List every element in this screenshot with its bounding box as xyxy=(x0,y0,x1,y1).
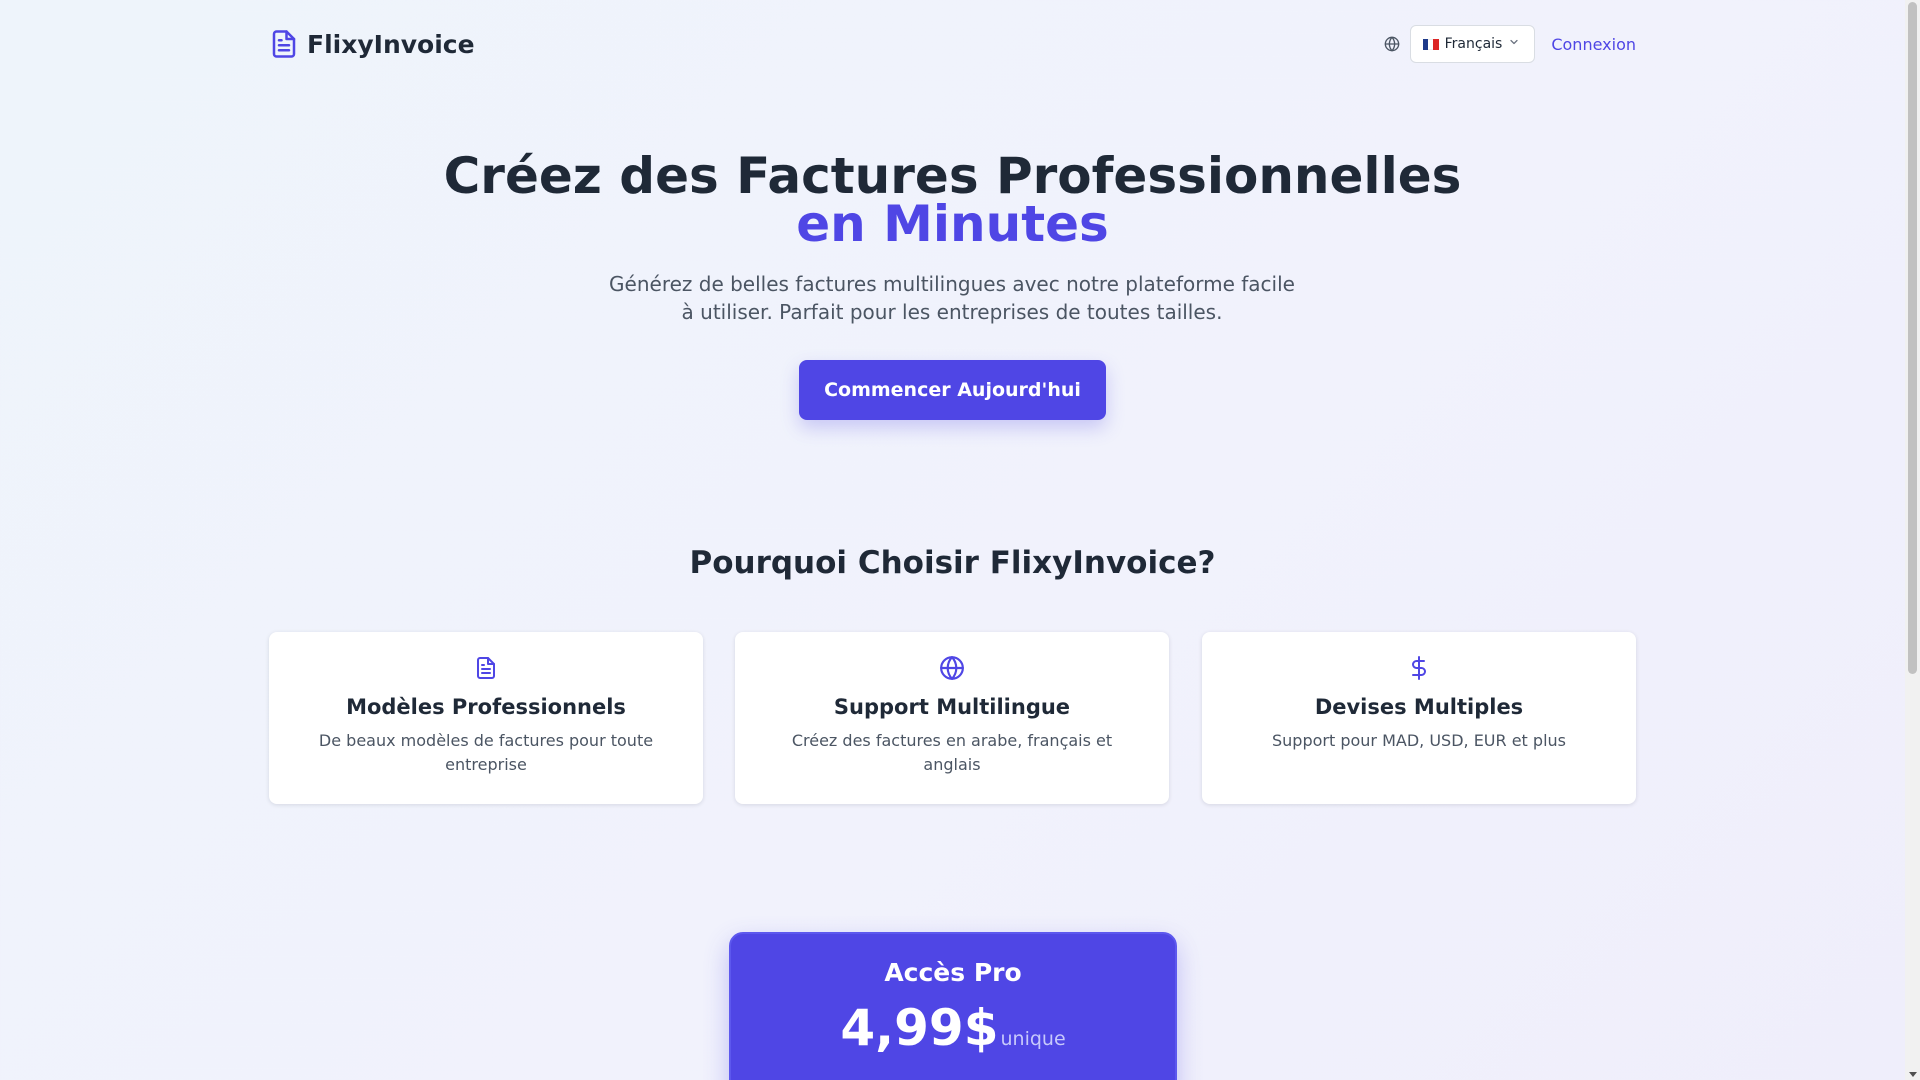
feature-description: Créez des factures en arabe, français et… xyxy=(791,731,1113,774)
globe-icon xyxy=(735,655,1169,681)
feature-title: Support Multilingue xyxy=(833,695,1071,719)
scrollbar-thumb[interactable] xyxy=(1908,2,1917,674)
vertical-scrollbar[interactable] xyxy=(1905,0,1920,1080)
document-icon xyxy=(269,28,299,60)
features-title: Pourquoi Choisir FlixyInvoice? xyxy=(689,545,1216,581)
scroll-down-arrow-icon[interactable] xyxy=(1909,1072,1917,1077)
price-value: 4,99$ xyxy=(840,999,999,1057)
language-select[interactable]: Français xyxy=(1409,25,1536,63)
feature-card-multilingual: Support Multilingue Créez des factures e… xyxy=(735,632,1169,804)
feature-description: De beaux modèles de factures pour toute … xyxy=(318,731,654,774)
hero-title-highlight: en Minutes xyxy=(796,195,1109,253)
plan-price: 4,99$ unique xyxy=(731,999,1175,1057)
get-started-button[interactable]: Commencer Aujourd'hui xyxy=(799,360,1106,420)
price-note: unique xyxy=(1000,1028,1066,1050)
hero-subtitle: Générez de belles factures multilingues … xyxy=(609,272,1295,324)
plan-name: Accès Pro xyxy=(884,958,1022,987)
chevron-down-icon xyxy=(1508,36,1520,52)
dollar-icon xyxy=(1202,655,1636,681)
brand-name: FlixyInvoice xyxy=(307,29,475,59)
login-link[interactable]: Connexion xyxy=(1551,35,1636,54)
globe-icon xyxy=(1384,36,1400,52)
hero-title-line1: Créez des Factures Professionnelles xyxy=(443,147,1462,205)
landing-page: FlixyInvoice Français Connexion Créez de… xyxy=(0,0,1905,1080)
pricing-card: Accès Pro 4,99$ unique xyxy=(729,932,1177,1080)
feature-card-currencies: Devises Multiples Support pour MAD, USD,… xyxy=(1202,632,1636,804)
brand[interactable]: FlixyInvoice xyxy=(269,28,475,60)
feature-title: Devises Multiples xyxy=(1314,695,1524,719)
feature-title: Modèles Professionnels xyxy=(346,695,626,719)
feature-description: Support pour MAD, USD, EUR et plus xyxy=(1272,731,1566,750)
feature-card-templates: Modèles Professionnels De beaux modèles … xyxy=(269,632,703,804)
document-icon xyxy=(269,655,703,681)
header: FlixyInvoice Français Connexion xyxy=(269,25,1636,63)
france-flag-icon xyxy=(1422,38,1439,50)
language-label: Français xyxy=(1444,36,1503,52)
nav-right: Français Connexion xyxy=(1384,25,1636,63)
hero-title: Créez des Factures Professionnelles en M… xyxy=(0,147,1905,253)
